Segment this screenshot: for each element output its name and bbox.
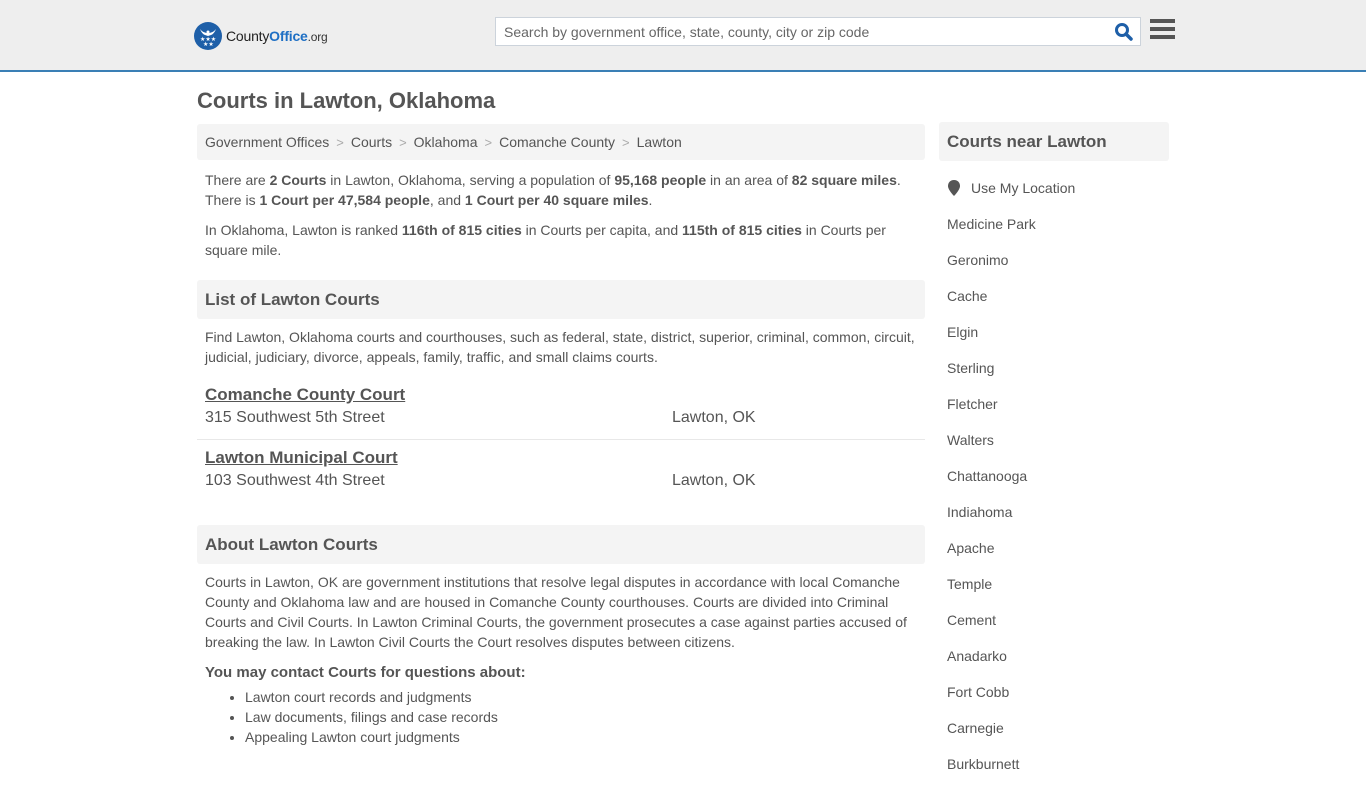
court-city: Lawton, OK <box>672 472 756 489</box>
map-marker-icon <box>948 180 960 196</box>
court-list: Comanche County Court 315 Southwest 5th … <box>197 377 925 501</box>
breadcrumb: Government Offices > Courts > Oklahoma >… <box>197 124 925 160</box>
breadcrumb-oklahoma[interactable]: Oklahoma <box>414 134 478 150</box>
eagle-stars-badge-icon: ★★★ ★★ <box>194 21 222 50</box>
nearby-city-link[interactable]: Medicine Park <box>947 214 1169 250</box>
court-item: Lawton Municipal Court 103 Southwest 4th… <box>197 439 925 501</box>
breadcrumb-separator: > <box>336 134 344 150</box>
search-icon <box>1115 23 1133 41</box>
search-box <box>495 17 1141 46</box>
site-header: ★★★ ★★ CountyOffice.org <box>0 0 1366 72</box>
breadcrumb-comanche-county[interactable]: Comanche County <box>499 134 615 150</box>
page-title: Courts in Lawton, Oklahoma <box>197 88 496 113</box>
nearby-city-link[interactable]: Cache <box>947 286 1169 322</box>
nearby-city-link[interactable]: Indiahoma <box>947 502 1169 538</box>
nearby-city-link[interactable]: Temple <box>947 574 1169 610</box>
sidebar: Courts near Lawton Use My Location Medic… <box>939 122 1169 790</box>
court-address: 103 Southwest 4th Street <box>205 472 385 489</box>
use-my-location-link[interactable]: Use My Location <box>971 180 1075 196</box>
site-logo[interactable]: ★★★ ★★ CountyOffice.org <box>194 21 328 50</box>
svg-text:★★: ★★ <box>203 41 214 46</box>
nearby-city-link[interactable]: Apache <box>947 538 1169 574</box>
breadcrumb-lawton[interactable]: Lawton <box>637 134 682 150</box>
summary-paragraph: There are 2 Courts in Lawton, Oklahoma, … <box>205 172 901 208</box>
list-description: Find Lawton, Oklahoma courts and courtho… <box>205 329 915 365</box>
nearby-city-link[interactable]: Cement <box>947 610 1169 646</box>
court-item: Comanche County Court 315 Southwest 5th … <box>197 377 925 439</box>
nearby-city-link[interactable]: Fletcher <box>947 394 1169 430</box>
contact-list: Lawton court records and judgments Law d… <box>197 687 925 747</box>
ranking-paragraph: In Oklahoma, Lawton is ranked 116th of 8… <box>205 222 886 258</box>
nearby-city-link[interactable]: Carnegie <box>947 718 1169 754</box>
breadcrumb-courts[interactable]: Courts <box>351 134 392 150</box>
nearby-city-link[interactable]: Fort Cobb <box>947 682 1169 718</box>
breadcrumb-separator: > <box>622 134 630 150</box>
nearby-city-link[interactable]: Anadarko <box>947 646 1169 682</box>
nearby-city-link[interactable]: Sterling <box>947 358 1169 394</box>
main-content: Government Offices > Courts > Oklahoma >… <box>197 124 925 747</box>
search-button[interactable] <box>1114 22 1134 42</box>
contact-heading: You may contact Courts for questions abo… <box>205 664 526 681</box>
use-my-location: Use My Location <box>939 178 1169 198</box>
nearby-city-link[interactable]: Burkburnett <box>947 754 1169 790</box>
list-section-heading: List of Lawton Courts <box>197 280 925 319</box>
search-input[interactable] <box>496 18 1096 45</box>
court-city: Lawton, OK <box>672 409 756 426</box>
breadcrumb-government-offices[interactable]: Government Offices <box>205 134 329 150</box>
sidebar-heading: Courts near Lawton <box>939 122 1169 161</box>
about-section-heading: About Lawton Courts <box>197 525 925 564</box>
court-address: 315 Southwest 5th Street <box>205 409 385 426</box>
breadcrumb-separator: > <box>484 134 493 150</box>
hamburger-menu-icon[interactable] <box>1150 19 1175 41</box>
court-name-link[interactable]: Lawton Municipal Court <box>205 448 398 468</box>
nearby-city-link[interactable]: Geronimo <box>947 250 1169 286</box>
nearby-city-link[interactable]: Chattanooga <box>947 466 1169 502</box>
logo-text: CountyOffice.org <box>226 27 328 44</box>
contact-list-item: Appealing Lawton court judgments <box>245 727 925 747</box>
about-paragraph: Courts in Lawton, OK are government inst… <box>205 574 907 650</box>
breadcrumb-separator: > <box>399 134 407 150</box>
nearby-city-link[interactable]: Walters <box>947 430 1169 466</box>
contact-list-item: Lawton court records and judgments <box>245 687 925 707</box>
nearby-city-link[interactable]: Elgin <box>947 322 1169 358</box>
contact-list-item: Law documents, filings and case records <box>245 707 925 727</box>
court-name-link[interactable]: Comanche County Court <box>205 385 405 405</box>
nearby-cities-list: Medicine Park Geronimo Cache Elgin Sterl… <box>939 214 1169 790</box>
